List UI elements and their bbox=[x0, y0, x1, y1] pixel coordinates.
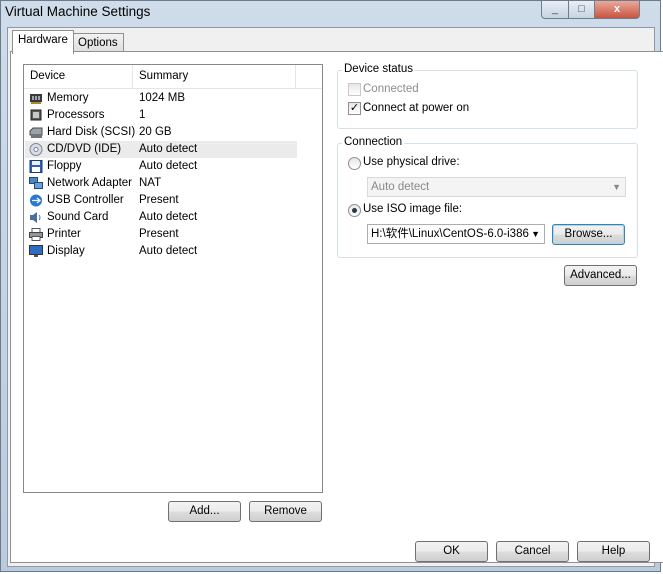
iso-image-label[interactable]: Use ISO image file: bbox=[363, 203, 462, 215]
device-row-memory[interactable]: Memory 1024 MB bbox=[25, 90, 297, 107]
device-name: Processors bbox=[47, 109, 105, 121]
physical-drive-label[interactable]: Use physical drive: bbox=[363, 156, 460, 168]
floppy-icon bbox=[29, 160, 43, 173]
device-list[interactable]: Device Summary Memory 1024 MB Processors… bbox=[23, 64, 323, 493]
column-header-summary[interactable]: Summary bbox=[133, 65, 296, 88]
physical-drive-select[interactable]: Auto detect ▼ bbox=[367, 177, 626, 197]
device-summary: Present bbox=[139, 228, 179, 240]
cancel-button[interactable]: Cancel bbox=[496, 541, 569, 562]
device-name: Printer bbox=[47, 228, 81, 240]
device-row-cd-dvd[interactable]: CD/DVD (IDE) Auto detect bbox=[25, 141, 297, 158]
physical-drive-value: Auto detect bbox=[371, 181, 430, 193]
device-name: USB Controller bbox=[47, 194, 124, 206]
device-summary: 1 bbox=[139, 109, 146, 121]
close-button[interactable]: x bbox=[594, 1, 640, 19]
connected-label: Connected bbox=[363, 83, 419, 95]
browse-button[interactable]: Browse... bbox=[552, 224, 625, 245]
printer-icon bbox=[29, 228, 43, 241]
connect-at-power-on-checkbox[interactable]: ✓ bbox=[348, 102, 361, 115]
device-row-processors[interactable]: Processors 1 bbox=[25, 107, 297, 124]
device-list-header: Device Summary bbox=[24, 65, 322, 89]
chevron-down-icon: ▼ bbox=[529, 225, 540, 243]
display-icon bbox=[29, 245, 43, 257]
device-name: Network Adapter bbox=[47, 177, 133, 189]
cd-dvd-icon bbox=[29, 143, 43, 156]
help-button[interactable]: Help bbox=[577, 541, 650, 562]
device-summary: Present bbox=[139, 194, 179, 206]
device-name: Memory bbox=[47, 92, 89, 104]
iso-image-radio[interactable] bbox=[348, 204, 361, 217]
device-row-usb-controller[interactable]: USB Controller Present bbox=[25, 192, 297, 209]
device-summary: Auto detect bbox=[139, 211, 198, 223]
maximize-button[interactable]: □ bbox=[568, 1, 595, 19]
ok-button[interactable]: OK bbox=[415, 541, 488, 562]
device-row-display[interactable]: Display Auto detect bbox=[25, 243, 297, 260]
device-summary: 1024 MB bbox=[139, 92, 186, 104]
add-button[interactable]: Add... bbox=[168, 501, 241, 522]
network-icon bbox=[29, 177, 43, 189]
processor-icon bbox=[30, 109, 42, 121]
device-name: Hard Disk (SCSI) bbox=[47, 126, 136, 138]
chevron-down-icon: ▼ bbox=[612, 182, 621, 192]
device-summary: Auto detect bbox=[139, 245, 198, 257]
iso-image-path-value: H:\软件\Linux\CentOS-6.0-i386 bbox=[371, 228, 529, 240]
connect-at-power-on-label[interactable]: Connect at power on bbox=[363, 102, 469, 114]
device-name: CD/DVD (IDE) bbox=[47, 143, 122, 155]
device-name: Display bbox=[47, 245, 85, 257]
physical-drive-radio[interactable] bbox=[348, 157, 361, 170]
memory-icon bbox=[30, 94, 42, 104]
device-row-network-adapter[interactable]: Network Adapter NAT bbox=[25, 175, 297, 192]
device-summary: Auto detect bbox=[139, 160, 198, 172]
device-name: Sound Card bbox=[47, 211, 109, 223]
usb-icon bbox=[30, 194, 42, 207]
column-header-device[interactable]: Device bbox=[24, 65, 133, 88]
connection-label: Connection bbox=[342, 136, 405, 148]
title-bar[interactable]: Virtual Machine Settings _ □ x bbox=[1, 1, 660, 23]
device-row-hard-disk[interactable]: Hard Disk (SCSI) 20 GB bbox=[25, 124, 297, 141]
hard-disk-icon bbox=[29, 127, 43, 138]
device-row-printer[interactable]: Printer Present bbox=[25, 226, 297, 243]
tab-hardware[interactable]: Hardware bbox=[12, 30, 74, 54]
device-row-sound-card[interactable]: Sound Card Auto detect bbox=[25, 209, 297, 226]
device-summary: Auto detect bbox=[139, 143, 198, 155]
connected-checkbox bbox=[348, 83, 361, 96]
device-row-floppy[interactable]: Floppy Auto detect bbox=[25, 158, 297, 175]
device-status-group bbox=[337, 70, 638, 129]
device-summary: 20 GB bbox=[139, 126, 172, 138]
remove-button[interactable]: Remove bbox=[249, 501, 322, 522]
minimize-button[interactable]: _ bbox=[541, 1, 569, 19]
window-title: Virtual Machine Settings bbox=[5, 4, 151, 19]
device-status-label: Device status bbox=[342, 63, 416, 75]
sound-icon bbox=[30, 212, 41, 223]
device-name: Floppy bbox=[47, 160, 82, 172]
iso-image-path-combo[interactable]: H:\软件\Linux\CentOS-6.0-i386 ▼ bbox=[367, 224, 545, 244]
device-summary: NAT bbox=[139, 177, 162, 189]
settings-window: Virtual Machine Settings _ □ x Hardware … bbox=[0, 0, 663, 572]
advanced-button[interactable]: Advanced... bbox=[564, 265, 637, 286]
